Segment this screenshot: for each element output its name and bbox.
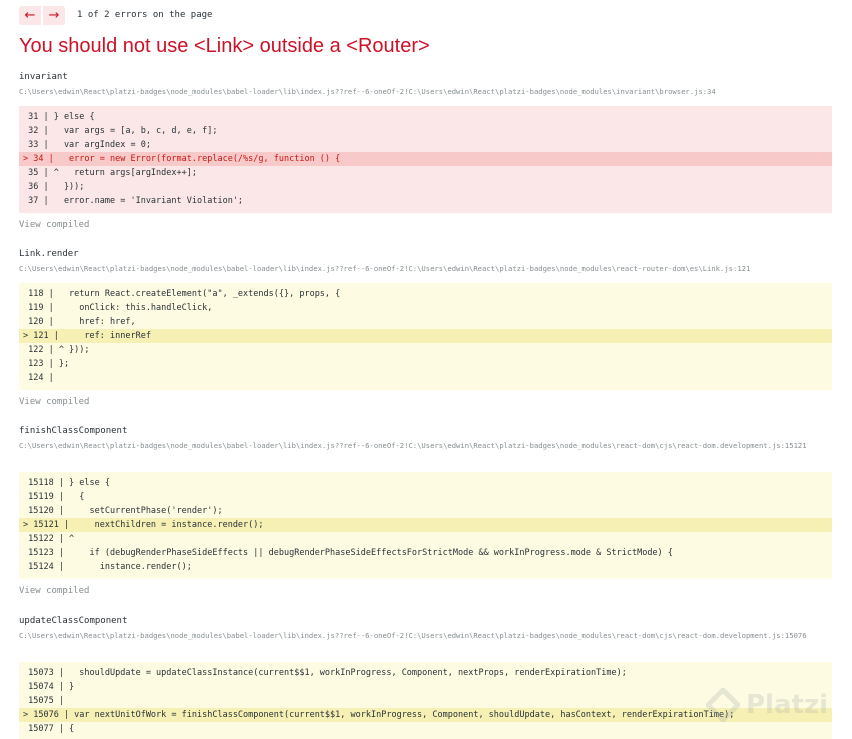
code-line: 15124 | instance.render(); [23, 562, 192, 572]
code-line: 36 | })); [23, 182, 85, 192]
code-line: 37 | error.name = 'Invariant Violation'; [23, 196, 244, 206]
code-line-highlighted: > 15121 | nextChildren = instance.render… [19, 518, 832, 532]
code-line: 32 | var args = [a, b, c, d, e, f]; [23, 126, 218, 136]
code-line-highlighted: > 121 | ref: innerRef [19, 329, 832, 343]
code-line: 15120 | setCurrentPhase('render'); [23, 506, 223, 516]
watermark-label: Platzi [746, 690, 828, 720]
code-line: 118 | return React.createElement("a", _e… [23, 289, 341, 299]
frame-function-name: Link.render [19, 249, 79, 259]
error-navigation: ← → 1 of 2 errors on the page [19, 5, 212, 25]
platzi-watermark: Platzi [706, 683, 846, 727]
code-line: 123 | }; [23, 359, 70, 369]
code-line: 119 | onClick: this.handleClick, [23, 303, 213, 313]
frame-function-name: invariant [19, 72, 68, 82]
view-compiled-link[interactable]: View compiled [19, 397, 89, 407]
frame-function-name: updateClassComponent [19, 616, 128, 626]
frame-function-name: finishClassComponent [19, 426, 128, 436]
code-line: 15073 | shouldUpdate = updateClassInstan… [23, 668, 627, 678]
error-count: 1 of 2 errors on the page [77, 10, 213, 20]
code-line: 15123 | if (debugRenderPhaseSideEffects … [23, 548, 673, 558]
code-line: 124 | [23, 373, 54, 383]
view-compiled-link[interactable]: View compiled [19, 586, 89, 596]
code-line: 35 | ^ return args[argIndex++]; [23, 168, 197, 178]
code-line: 33 | var argIndex = 0; [23, 140, 151, 150]
view-compiled-link[interactable]: View compiled [19, 220, 89, 230]
code-line: 31 | } else { [23, 112, 95, 122]
frame-file-path: C:\Users\edwin\React\platzi-badges\node_… [19, 87, 716, 96]
code-line: 15118 | } else { [23, 478, 110, 488]
frame-file-path: C:\Users\edwin\React\platzi-badges\node_… [19, 441, 807, 450]
frame-file-path: C:\Users\edwin\React\platzi-badges\node_… [19, 264, 751, 273]
code-line-highlighted: > 34 | error = new Error(format.replace(… [19, 152, 832, 166]
platzi-logo-icon [706, 688, 740, 722]
code-snippet: 118 | return React.createElement("a", _e… [19, 283, 832, 390]
code-line: 15119 | { [23, 492, 85, 502]
code-line: 122 | ^ })); [23, 345, 90, 355]
code-line: 120 | href: href, [23, 317, 136, 327]
previous-error-button[interactable]: ← [19, 5, 41, 25]
code-snippet: 31 | } else { 32 | var args = [a, b, c, … [19, 106, 832, 213]
frame-file-path: C:\Users\edwin\React\platzi-badges\node_… [19, 631, 807, 640]
next-error-button[interactable]: → [43, 5, 65, 25]
code-line: 15122 | ^ [23, 534, 75, 544]
code-snippet: 15118 | } else { 15119 | { 15120 | setCu… [19, 472, 832, 579]
error-title: You should not use <Link> outside a <Rou… [19, 35, 430, 57]
